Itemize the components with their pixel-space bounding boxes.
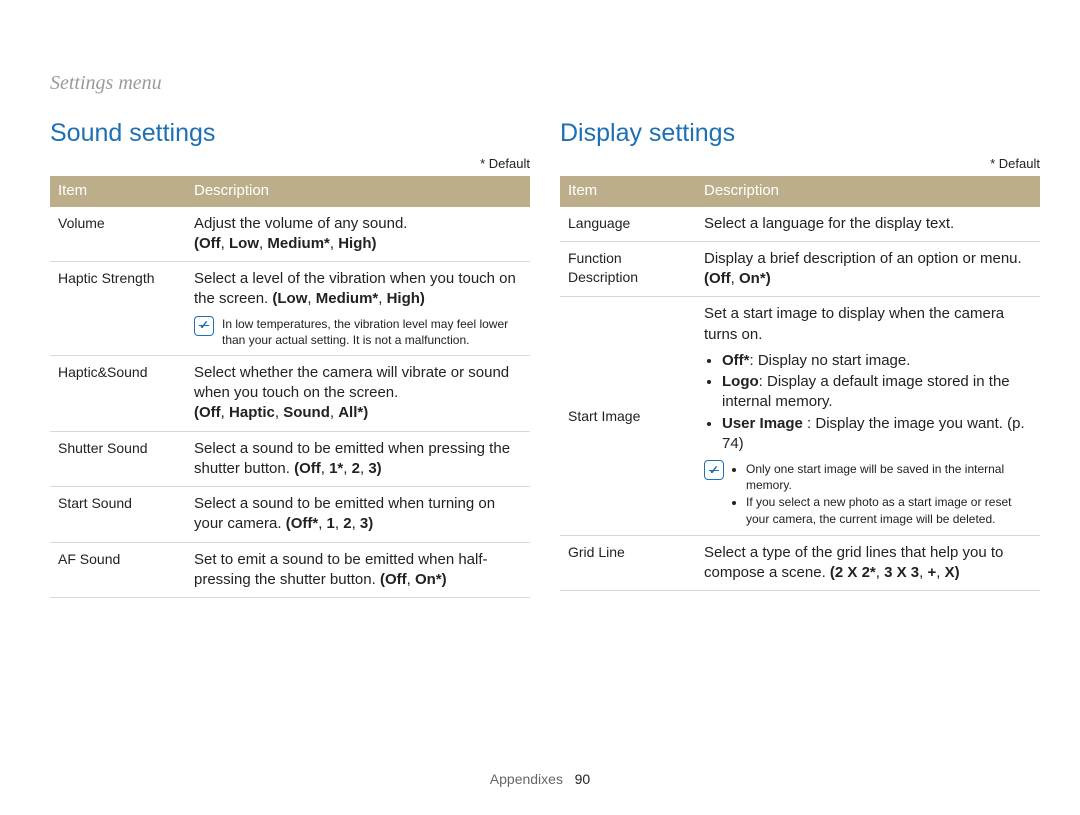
description-text: Adjust the volume of any sound. <box>194 214 522 234</box>
row-description: Set a start image to display when the ca… <box>696 297 1040 536</box>
options-group: (Low, Medium*, High) <box>272 290 425 307</box>
table-header-item: Item <box>560 176 696 206</box>
row-description: Select a type of the grid lines that hel… <box>696 535 1040 591</box>
description-text: Display a brief description of an option… <box>704 249 1032 269</box>
row-description: Set to emit a sound to be emitted when h… <box>186 542 530 598</box>
table-row: Function Description Display a brief des… <box>560 241 1040 297</box>
sound-settings-column: Sound settings * Default Item Descriptio… <box>50 117 530 598</box>
display-settings-table: Item Description Language Select a langu… <box>560 176 1040 591</box>
list-item: Logo: Display a default image stored in … <box>722 372 1032 413</box>
row-item: Shutter Sound <box>50 431 186 487</box>
default-note: * Default <box>50 155 530 173</box>
bullet-list: Off*: Display no start image. Logo: Disp… <box>722 351 1032 454</box>
row-item: Start Sound <box>50 487 186 543</box>
options-group: (Off*, 1, 2, 3) <box>286 515 374 532</box>
table-row: AF Sound Set to emit a sound to be emitt… <box>50 542 530 598</box>
list-item: User Image : Display the image you want.… <box>722 414 1032 455</box>
row-item: AF Sound <box>50 542 186 598</box>
note-block: ✓ In low temperatures, the vibration lev… <box>194 316 522 348</box>
manual-page: Settings menu Sound settings * Default I… <box>0 0 1080 815</box>
table-header-description: Description <box>696 176 1040 206</box>
row-item: Language <box>560 207 696 242</box>
row-item: Haptic Strength <box>50 262 186 356</box>
page-footer: Appendixes 90 <box>0 770 1080 789</box>
row-description: Select a language for the display text. <box>696 207 1040 242</box>
page-number: 90 <box>575 771 591 787</box>
options-group: (Off, Low, Medium*, High) <box>194 235 377 252</box>
options-group: (Off, Haptic, Sound, All*) <box>194 404 368 421</box>
display-settings-column: Display settings * Default Item Descript… <box>560 117 1040 598</box>
note-icon: ✓ <box>704 460 724 480</box>
note-icon: ✓ <box>194 316 214 336</box>
description-text: Set a start image to display when the ca… <box>704 305 1004 342</box>
row-description: Adjust the volume of any sound. (Off, Lo… <box>186 207 530 262</box>
footer-section: Appendixes <box>490 771 563 787</box>
row-description: Select a sound to be emitted when pressi… <box>186 431 530 487</box>
description-text: Select whether the camera will vibrate o… <box>194 363 522 404</box>
sound-settings-table: Item Description Volume Adjust the volum… <box>50 176 530 598</box>
row-item: Haptic&Sound <box>50 355 186 431</box>
breadcrumb: Settings menu <box>50 70 1040 97</box>
row-item: Start Image <box>560 297 696 536</box>
row-description: Select a level of the vibration when you… <box>186 262 530 356</box>
table-row: Shutter Sound Select a sound to be emitt… <box>50 431 530 487</box>
note-text: In low temperatures, the vibration level… <box>222 316 522 348</box>
default-note: * Default <box>560 155 1040 173</box>
options-group: (Off, 1*, 2, 3) <box>294 460 382 477</box>
table-row: Start Image Set a start image to display… <box>560 297 1040 536</box>
table-row: Haptic&Sound Select whether the camera w… <box>50 355 530 431</box>
options-group: (Off, On*) <box>380 571 447 588</box>
options-group: (Off, On*) <box>704 270 771 287</box>
row-description: Display a brief description of an option… <box>696 241 1040 297</box>
row-item: Grid Line <box>560 535 696 591</box>
table-row: Start Sound Select a sound to be emitted… <box>50 487 530 543</box>
options-group: (2 X 2*, 3 X 3, +, X) <box>830 564 960 581</box>
content-columns: Sound settings * Default Item Descriptio… <box>50 117 1040 598</box>
table-header-item: Item <box>50 176 186 206</box>
note-block: ✓ Only one start image will be saved in … <box>704 460 1032 528</box>
row-description: Select whether the camera will vibrate o… <box>186 355 530 431</box>
row-description: Select a sound to be emitted when turnin… <box>186 487 530 543</box>
table-row: Grid Line Select a type of the grid line… <box>560 535 1040 591</box>
list-item: Off*: Display no start image. <box>722 351 1032 371</box>
sound-settings-title: Sound settings <box>50 117 530 151</box>
table-row: Language Select a language for the displ… <box>560 207 1040 242</box>
table-row: Haptic Strength Select a level of the vi… <box>50 262 530 356</box>
table-row: Volume Adjust the volume of any sound. (… <box>50 207 530 262</box>
note-list: Only one start image will be saved in th… <box>732 460 1032 528</box>
display-settings-title: Display settings <box>560 117 1040 151</box>
row-item: Function Description <box>560 241 696 297</box>
note-item: If you select a new photo as a start ima… <box>746 494 1032 526</box>
note-item: Only one start image will be saved in th… <box>746 461 1032 493</box>
row-item: Volume <box>50 207 186 262</box>
table-header-description: Description <box>186 176 530 206</box>
